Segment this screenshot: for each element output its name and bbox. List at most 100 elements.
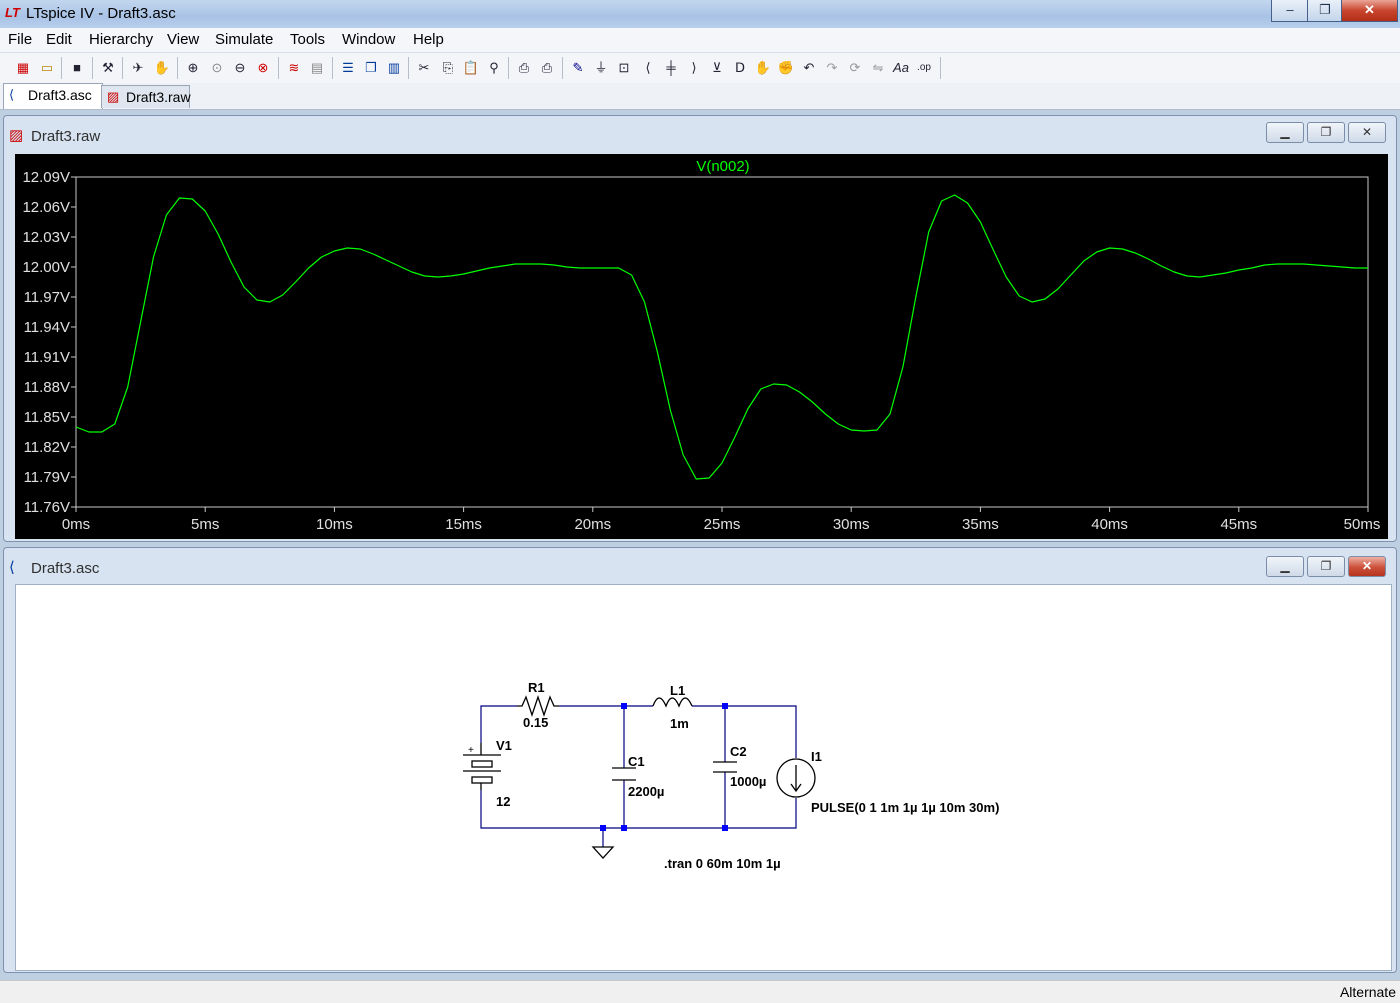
tile-vertical-icon[interactable]: ▥ [384, 58, 404, 78]
v1-plus-sign: + [468, 745, 474, 756]
restore-button[interactable]: ❐ [1307, 0, 1343, 22]
menu-edit[interactable]: Edit [46, 31, 72, 48]
open-icon[interactable]: ▭ [37, 58, 57, 78]
trace-line-v-n002[interactable] [75, 194, 1368, 480]
rotate-icon[interactable]: ⟳ [845, 58, 865, 78]
minimize-button[interactable]: – [1271, 0, 1309, 22]
print-preview-icon[interactable]: ⎙ [514, 58, 534, 78]
control-panel-icon[interactable]: ⚒ [98, 58, 118, 78]
cut-icon[interactable]: ✂ [414, 58, 434, 78]
c1-value[interactable]: 2200µ [628, 784, 664, 799]
ground-icon[interactable]: ⏚ [591, 58, 611, 78]
zoom-in-icon[interactable]: ⊕ [183, 58, 203, 78]
waveform-minimize-button[interactable]: ▁ [1266, 122, 1304, 143]
c2-name[interactable]: C2 [730, 744, 747, 759]
move-icon[interactable]: ✋ [753, 58, 773, 78]
inductor-icon[interactable]: ⟩ [684, 58, 704, 78]
label-icon[interactable]: ⊡ [614, 58, 634, 78]
close-icon: ✕ [1361, 125, 1373, 139]
l1-name[interactable]: L1 [670, 683, 685, 698]
y-tick-label: 11.88V [24, 379, 70, 396]
tab-label: Draft3.asc [28, 87, 92, 103]
waveform-plot[interactable]: V(n002) 12.09V 12.06V 12.03V 12.00V 11.97V 11… [15, 154, 1388, 539]
spice-directive-icon[interactable]: .op [914, 58, 934, 78]
trace-label[interactable]: V(n002) [696, 158, 749, 175]
schematic-restore-button[interactable]: ❐ [1307, 556, 1345, 577]
minimize-icon: – [1286, 2, 1294, 17]
menu-file[interactable]: File [8, 31, 32, 48]
x-tick-label: 10ms [316, 516, 353, 533]
v1-name[interactable]: V1 [496, 738, 512, 753]
run-icon[interactable]: ✈ [128, 58, 148, 78]
r1-name[interactable]: R1 [528, 680, 545, 695]
c2-value[interactable]: 1000µ [730, 774, 766, 789]
tran-directive[interactable]: .tran 0 60m 10m 1µ [664, 856, 781, 871]
close-button[interactable]: ✕ [1341, 0, 1398, 22]
document-tabs: ⟨ Draft3.asc ▨ Draft3.raw [0, 83, 1400, 110]
restore-icon: ❐ [1320, 559, 1332, 573]
plot-pane[interactable]: V(n002) 12.09V 12.06V 12.03V 12.00V 11.97V 11… [15, 154, 1388, 539]
diode-icon[interactable]: ⊻ [707, 58, 727, 78]
waveform-window[interactable]: ▨ Draft3.raw ▁ ❐ ✕ V(n002) 12.09V 12.06V 1… [3, 115, 1397, 542]
print-icon[interactable]: ⎙ [537, 58, 557, 78]
menu-help[interactable]: Help [413, 31, 444, 48]
waveform-restore-button[interactable]: ❐ [1307, 122, 1345, 143]
component-icon[interactable]: ᗞ [730, 58, 750, 78]
toolbar-separator [562, 57, 563, 79]
autorange-icon[interactable]: ≋ [284, 58, 304, 78]
zoom-cancel-icon[interactable]: ⊗ [253, 58, 273, 78]
menu-hierarchy[interactable]: Hierarchy [89, 31, 153, 48]
text-icon[interactable]: Aa [891, 58, 911, 78]
pan-icon[interactable]: ✋ [152, 58, 172, 78]
resistor-r1[interactable] [517, 694, 559, 718]
title-bar[interactable]: LT LTspice IV - Draft3.asc – ❐ ✕ [0, 0, 1400, 28]
mirror-icon[interactable]: ⇋ [868, 58, 888, 78]
schematic-close-button[interactable]: ✕ [1348, 556, 1386, 577]
menu-bar: File Edit Hierarchy View Simulate Tools … [0, 28, 1400, 53]
copy-icon[interactable]: ⎘ [438, 58, 458, 78]
minimize-icon: ▁ [1280, 125, 1290, 139]
l1-value[interactable]: 1m [670, 716, 689, 731]
menu-view[interactable]: View [167, 31, 199, 48]
grid-icon[interactable]: ▤ [307, 58, 327, 78]
y-axis[interactable]: 12.09V 12.06V 12.03V 12.00V 11.97V 11.94V 11.9… [22, 169, 76, 516]
tile-horizontal-icon[interactable]: ☰ [338, 58, 358, 78]
menu-simulate[interactable]: Simulate [215, 31, 273, 48]
c1-name[interactable]: C1 [628, 754, 645, 769]
toolbar-separator [332, 57, 333, 79]
save-icon[interactable]: ■ [67, 58, 87, 78]
x-tick-label: 30ms [833, 516, 870, 533]
y-tick-label: 11.94V [24, 319, 70, 336]
new-schematic-icon[interactable]: ▦ [13, 58, 33, 78]
resistor-icon[interactable]: ⟨ [638, 58, 658, 78]
redo-icon[interactable]: ↷ [822, 58, 842, 78]
tab-draft3-raw[interactable]: ▨ Draft3.raw [101, 85, 191, 108]
y-tick-label: 12.06V [22, 199, 70, 216]
x-axis[interactable]: 0ms 5ms 10ms 15ms 20ms 25ms 30ms 35ms 40ms 45ms 50… [62, 507, 1381, 533]
tab-draft3-asc[interactable]: ⟨ Draft3.asc [3, 83, 103, 109]
paste-icon[interactable]: 📋 [461, 58, 481, 78]
capacitor-icon[interactable]: ╪ [661, 58, 681, 78]
capacitor-c2[interactable] [713, 761, 737, 773]
zoom-out-icon[interactable]: ⊖ [230, 58, 250, 78]
i1-name[interactable]: I1 [811, 749, 822, 764]
cascade-icon[interactable]: ❐ [361, 58, 381, 78]
zoom-area-icon[interactable]: ⊙ [207, 58, 227, 78]
waveform-close-button[interactable]: ✕ [1348, 122, 1386, 143]
v1-value[interactable]: 12 [496, 794, 510, 809]
i1-value[interactable]: PULSE(0 1 1m 1µ 1µ 10m 30m) [811, 800, 999, 815]
menu-tools[interactable]: Tools [290, 31, 325, 48]
inductor-l1[interactable] [652, 697, 693, 708]
schematic-drawing[interactable]: R1 0.15 L1 1m + V1 12 C1 2200µ C2 1000µ … [16, 585, 1391, 970]
wire-icon[interactable]: ✎ [568, 58, 588, 78]
capacitor-c1[interactable] [612, 767, 636, 781]
current-source-i1[interactable] [776, 758, 816, 798]
schematic-minimize-button[interactable]: ▁ [1266, 556, 1304, 577]
schematic-canvas[interactable]: R1 0.15 L1 1m + V1 12 C1 2200µ C2 1000µ … [15, 584, 1392, 971]
find-icon[interactable]: ⚲ [484, 58, 504, 78]
undo-icon[interactable]: ↶ [799, 58, 819, 78]
r1-value[interactable]: 0.15 [523, 715, 548, 730]
drag-icon[interactable]: ✊ [776, 58, 796, 78]
schematic-window[interactable]: ⟨ Draft3.asc ▁ ❐ ✕ R1 0.15 L1 1m + V1 12… [3, 547, 1397, 973]
menu-window[interactable]: Window [342, 31, 395, 48]
